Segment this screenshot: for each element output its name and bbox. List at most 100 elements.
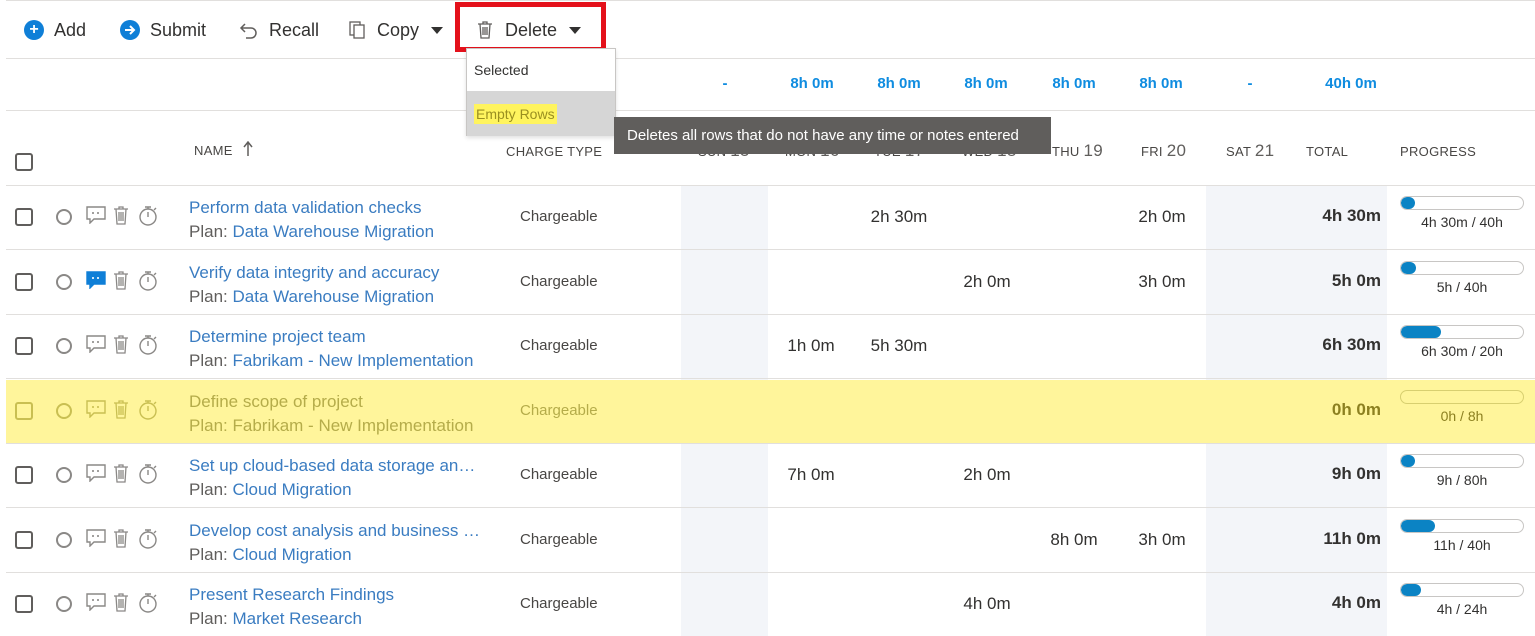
plan-name-link[interactable]: Cloud Migration	[232, 545, 351, 564]
progress-bar	[1400, 196, 1524, 210]
task-name-link[interactable]: Develop cost analysis and business …	[189, 521, 480, 541]
notes-icon[interactable]	[86, 528, 106, 552]
add-button[interactable]: + Add	[24, 15, 86, 45]
delete-row-icon[interactable]	[113, 528, 129, 553]
chevron-down-icon	[431, 26, 444, 34]
plan-name-link[interactable]: Cloud Migration	[232, 480, 351, 499]
table-row[interactable]: Develop cost analysis and business … Plan…	[6, 509, 1535, 573]
progress-column-header: PROGRESS	[1400, 144, 1477, 159]
time-cell-tue[interactable]: 5h 30m	[859, 336, 939, 356]
notes-icon[interactable]	[86, 335, 106, 358]
charge-type-column-header[interactable]: CHARGE TYPE	[506, 144, 602, 159]
plan-name-link[interactable]: Fabrikam - New Implementation	[232, 351, 473, 370]
delete-row-icon[interactable]	[113, 205, 129, 230]
select-all-checkbox[interactable]	[15, 153, 33, 171]
status-icon[interactable]	[56, 209, 72, 225]
plan-name-link[interactable]: Data Warehouse Migration	[232, 287, 434, 306]
row-checkbox[interactable]	[15, 466, 33, 484]
delete-row-icon[interactable]	[113, 592, 129, 617]
menu-item-selected[interactable]: Selected	[467, 49, 615, 91]
delete-highlight-outline	[455, 2, 606, 52]
charge-type[interactable]: Chargeable	[520, 337, 598, 354]
timer-icon[interactable]	[138, 270, 158, 297]
name-column-header[interactable]: NAME	[194, 140, 253, 158]
delete-row-icon[interactable]	[113, 399, 129, 424]
status-icon[interactable]	[56, 531, 72, 548]
charge-type[interactable]: Chargeable	[520, 402, 598, 419]
charge-type[interactable]: Chargeable	[520, 273, 598, 290]
mon-total: 8h 0m	[790, 75, 834, 92]
time-cell-fri[interactable]: 3h 0m	[1122, 272, 1202, 292]
copy-button[interactable]: Copy	[347, 15, 444, 45]
plan-name-link[interactable]: Fabrikam - New Implementation	[232, 416, 473, 435]
plan-prefix: Plan:	[189, 480, 228, 499]
progress-label: 11h / 40h	[1433, 536, 1491, 553]
timer-icon[interactable]	[138, 205, 158, 232]
table-row[interactable]: Set up cloud-based data storage an… Plan:…	[6, 444, 1535, 508]
submit-icon	[120, 20, 140, 40]
row-checkbox[interactable]	[15, 337, 33, 355]
status-icon[interactable]	[56, 273, 72, 290]
progress-label: 6h 30m / 20h	[1421, 343, 1503, 359]
progress-label: 4h 30m / 40h	[1421, 214, 1503, 230]
timer-icon[interactable]	[138, 592, 158, 619]
task-name-link[interactable]: Perform data validation checks	[189, 198, 421, 218]
plan-line: Plan: Data Warehouse Migration	[189, 222, 434, 242]
time-cell-wed[interactable]: 4h 0m	[947, 594, 1027, 614]
timer-icon[interactable]	[138, 463, 158, 490]
copy-icon	[347, 20, 367, 40]
notes-icon[interactable]	[86, 399, 106, 423]
time-cell-mon[interactable]: 1h 0m	[771, 336, 851, 356]
recall-button[interactable]: Recall	[239, 15, 319, 45]
fri-date: 20	[1166, 141, 1187, 160]
charge-type[interactable]: Chargeable	[520, 531, 598, 548]
status-icon[interactable]	[56, 402, 72, 419]
status-icon[interactable]	[56, 338, 72, 354]
table-row[interactable]: Verify data integrity and accuracy Plan: …	[6, 251, 1535, 315]
row-checkbox[interactable]	[15, 595, 33, 613]
timer-icon[interactable]	[138, 528, 158, 555]
undo-icon	[239, 20, 259, 40]
time-cell-mon[interactable]: 7h 0m	[771, 465, 851, 485]
time-cell-tue[interactable]: 2h 30m	[859, 207, 939, 227]
notes-icon[interactable]	[86, 464, 106, 487]
plan-name-link[interactable]: Data Warehouse Migration	[232, 222, 434, 241]
time-cell-fri[interactable]: 2h 0m	[1122, 207, 1202, 227]
submit-button[interactable]: Submit	[120, 15, 206, 45]
notes-icon[interactable]	[86, 206, 106, 229]
row-checkbox[interactable]	[15, 530, 33, 549]
charge-type[interactable]: Chargeable	[520, 466, 598, 483]
row-checkbox[interactable]	[15, 401, 33, 420]
charge-type[interactable]: Chargeable	[520, 208, 598, 225]
row-checkbox[interactable]	[15, 208, 33, 226]
time-cell-wed[interactable]: 2h 0m	[947, 465, 1027, 485]
table-row[interactable]: Present Research Findings Plan: Market Re…	[6, 573, 1535, 636]
total-column-header: TOTAL	[1306, 144, 1349, 159]
time-cell-wed[interactable]: 2h 0m	[947, 272, 1027, 292]
charge-type[interactable]: Chargeable	[520, 595, 598, 612]
table-row[interactable]: Determine project team Plan: Fabrikam - N…	[6, 315, 1535, 379]
task-name-link[interactable]: Set up cloud-based data storage an…	[189, 456, 475, 476]
notes-icon[interactable]	[86, 270, 106, 294]
delete-row-icon[interactable]	[113, 270, 129, 295]
status-icon[interactable]	[56, 596, 72, 612]
table-row[interactable]: Define scope of project Plan: Fabrikam - …	[6, 379, 1535, 444]
table-row[interactable]: Perform data validation checks Plan: Data…	[6, 186, 1535, 250]
time-cell-fri[interactable]: 3h 0m	[1122, 530, 1202, 550]
status-icon[interactable]	[56, 467, 72, 483]
task-name-link[interactable]: Present Research Findings	[189, 585, 394, 605]
task-name-link[interactable]: Define scope of project	[189, 392, 363, 412]
menu-item-empty-rows[interactable]: Empty Rows	[467, 91, 615, 136]
progress-fill	[1401, 584, 1422, 596]
sat-date: 21	[1254, 141, 1275, 160]
timer-icon[interactable]	[138, 399, 158, 426]
timer-icon[interactable]	[138, 334, 158, 361]
task-name-link[interactable]: Determine project team	[189, 327, 366, 347]
notes-icon[interactable]	[86, 593, 106, 616]
row-checkbox[interactable]	[15, 272, 33, 291]
delete-row-icon[interactable]	[113, 334, 129, 359]
plan-name-link[interactable]: Market Research	[232, 609, 361, 628]
time-cell-thu[interactable]: 8h 0m	[1034, 530, 1114, 550]
task-name-link[interactable]: Verify data integrity and accuracy	[189, 263, 439, 283]
delete-row-icon[interactable]	[113, 463, 129, 488]
